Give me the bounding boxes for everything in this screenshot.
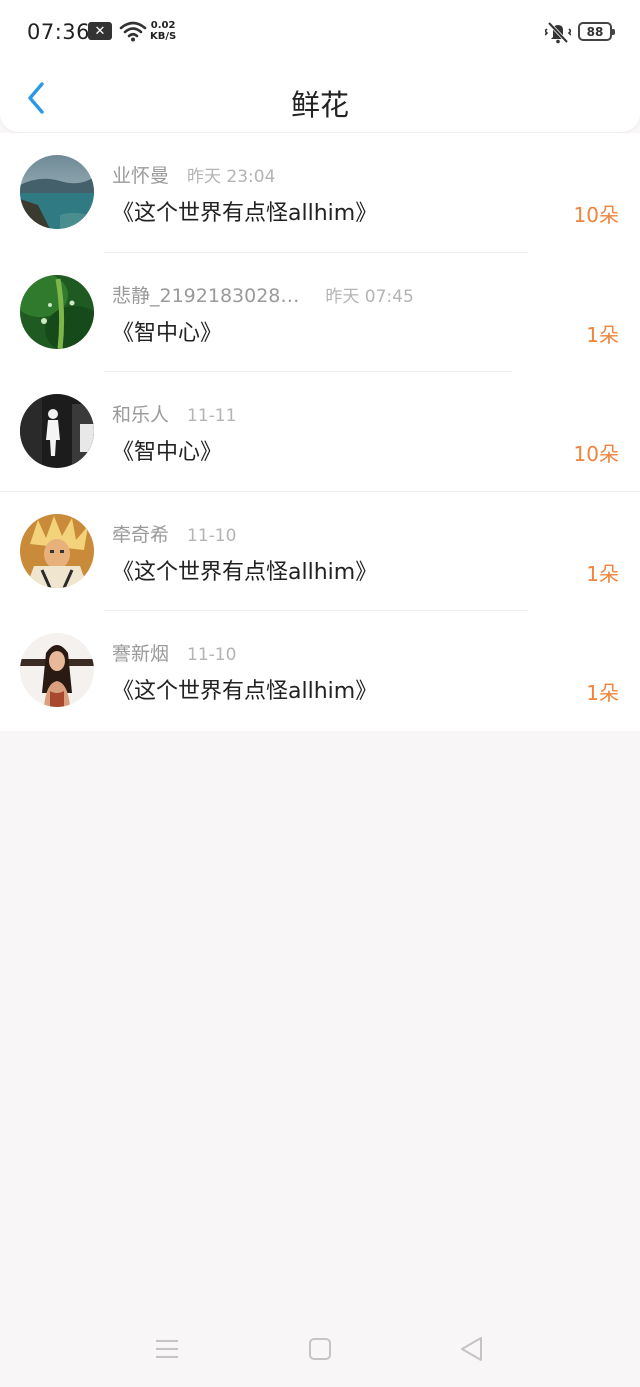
flower-count: 1朵	[586, 561, 619, 586]
status-time: 07:36	[27, 20, 91, 44]
net-speed-value: 0.02	[150, 20, 176, 31]
avatar[interactable]	[20, 274, 94, 349]
list-item[interactable]: 业怀曼 昨天 23:04 《这个世界有点怪allhim》 10朵	[0, 133, 640, 253]
username[interactable]: 謇新烟	[112, 639, 169, 666]
battery-indicator: 88	[578, 22, 615, 41]
page-title: 鲜花	[290, 88, 349, 122]
item-meta: 牵奇希 11-10	[112, 520, 236, 546]
list-item[interactable]: 牵奇希 11-10 《这个世界有点怪allhim》 1朵	[0, 492, 640, 612]
username[interactable]: 业怀曼	[112, 161, 169, 188]
timestamp: 昨天 23:04	[187, 167, 276, 187]
vibrate-mute-icon	[543, 20, 573, 44]
close-box-icon: ✕	[88, 22, 112, 40]
item-meta: 謇新烟 11-10	[112, 639, 236, 665]
list-item[interactable]: 謇新烟 11-10 《这个世界有点怪allhim》 1朵	[0, 611, 640, 731]
item-meta: 悲静_2192183028… 昨天 07:45	[112, 281, 414, 307]
status-bar: 07:36 ✕ 0.02 KB/S 88	[0, 0, 640, 64]
flower-list: 业怀曼 昨天 23:04 《这个世界有点怪allhim》 10朵 悲静_2192…	[0, 133, 640, 731]
avatar[interactable]	[20, 155, 94, 229]
username[interactable]: 和乐人	[112, 400, 169, 427]
username[interactable]: 牵奇希	[112, 520, 169, 547]
username[interactable]: 悲静_2192183028…	[112, 281, 299, 308]
timestamp: 11-11	[187, 406, 237, 427]
timestamp: 11-10	[187, 645, 237, 666]
timestamp: 昨天 07:45	[325, 286, 414, 307]
system-nav-bar	[0, 1320, 640, 1376]
menu-icon[interactable]	[152, 1334, 182, 1364]
nav-bar: 鲜花	[0, 64, 640, 132]
net-speed-unit: KB/S	[150, 31, 177, 42]
flower-count: 1朵	[586, 681, 619, 706]
avatar[interactable]	[20, 394, 94, 469]
flower-count: 1朵	[586, 322, 619, 347]
back-triangle-icon[interactable]	[457, 1334, 487, 1364]
book-title[interactable]: 《这个世界有点怪allhim》	[112, 195, 377, 227]
net-speed: 0.02 KB/S	[150, 20, 176, 42]
book-title[interactable]: 《这个世界有点怪allhim》	[112, 554, 377, 586]
avatar[interactable]	[20, 513, 94, 588]
item-meta: 业怀曼 昨天 23:04	[112, 161, 275, 187]
home-icon[interactable]	[305, 1334, 335, 1364]
wifi-icon	[119, 20, 147, 42]
book-title[interactable]: 《智中心》	[112, 434, 222, 466]
book-title[interactable]: 《智中心》	[112, 315, 222, 347]
item-meta: 和乐人 11-11	[112, 400, 236, 426]
avatar[interactable]	[20, 633, 94, 708]
list-item[interactable]: 悲静_2192183028… 昨天 07:45 《智中心》 1朵	[0, 253, 640, 373]
book-title[interactable]: 《这个世界有点怪allhim》	[112, 673, 377, 705]
flower-count: 10朵	[573, 442, 619, 467]
top-area: 07:36 ✕ 0.02 KB/S 88 鲜花	[0, 0, 640, 132]
flower-count: 10朵	[573, 203, 619, 227]
timestamp: 11-10	[187, 525, 237, 546]
list-item[interactable]: 和乐人 11-11 《智中心》 10朵	[0, 372, 640, 492]
